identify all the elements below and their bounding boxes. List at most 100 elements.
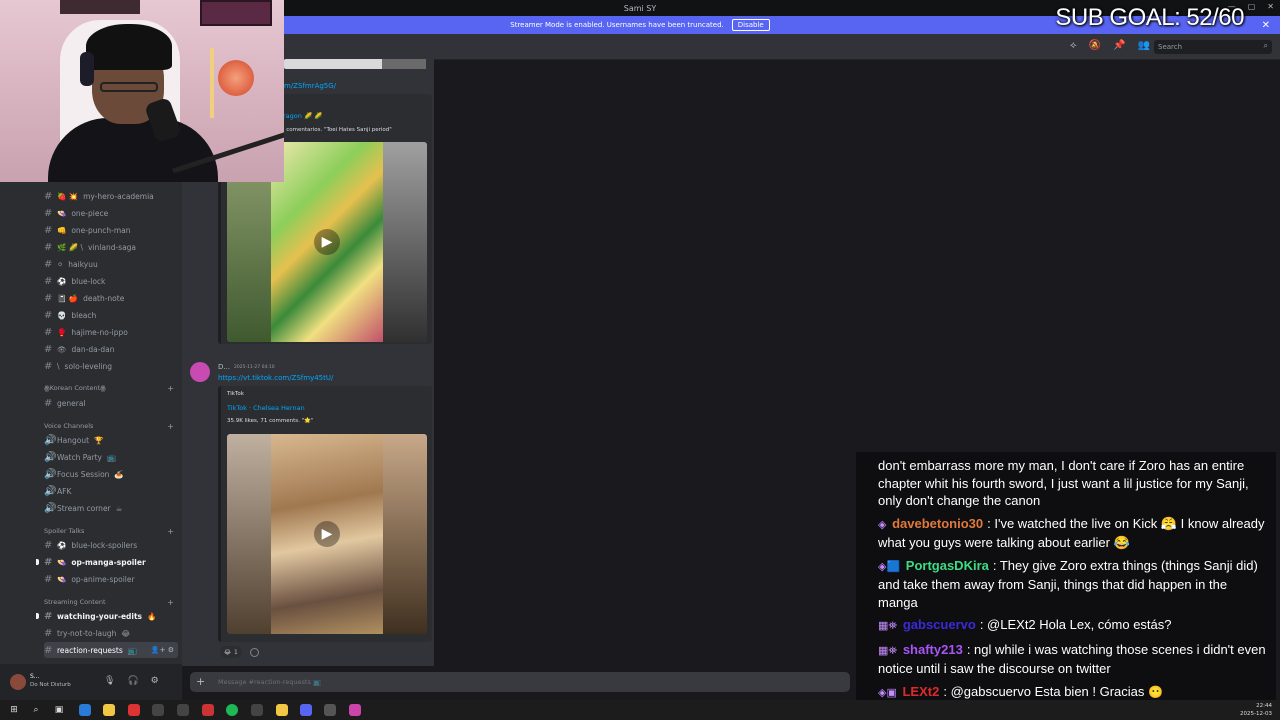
message-link-2[interactable]: https://vt.tiktok.com/ZSfmy45tU/	[218, 374, 333, 382]
voice-channel-stream-corner[interactable]: 🔊 Stream corner ☕	[44, 500, 178, 516]
voice-channel-watch-party[interactable]: 🔊 Watch Party 📺	[44, 449, 178, 465]
message-timestamp: 2025-11-27 04:10	[234, 365, 275, 370]
channel-one-punch-man[interactable]: # 👊 one-punch-man	[44, 222, 178, 238]
category-korean-content[interactable]: ꙮKorean Contentꙮ +	[44, 384, 178, 393]
chat-text: don't embarrass more my man, I don't car…	[878, 458, 1249, 508]
channel-emoji: 👒	[57, 574, 67, 584]
category-label: ꙮKorean Contentꙮ	[44, 384, 106, 392]
chat-message: ▦⛯ gabscuervo: @LEXt2 Hola Lex, cómo est…	[878, 616, 1266, 636]
channel-bleach[interactable]: # 💀 bleach	[44, 307, 178, 323]
channel-emoji: ☕	[115, 503, 123, 513]
embed-author-1[interactable]: ragon 🌽 🌽	[283, 112, 322, 120]
message-author[interactable]: D...	[218, 363, 230, 371]
channel-emoji: 🔥	[147, 611, 157, 621]
voice-channel-hangout[interactable]: 🔊 Hangout 🏆	[44, 432, 178, 448]
add-channel-icon[interactable]: +	[167, 422, 174, 431]
hash-icon: #	[44, 343, 53, 355]
chat-badge: ◈	[878, 518, 887, 531]
category-voice-channels[interactable]: Voice Channels +	[44, 422, 178, 431]
embed-author-2[interactable]: TikTok · Chelsea Hernan	[227, 404, 305, 412]
obs-icon[interactable]	[128, 704, 140, 716]
members-icon[interactable]: 👥	[1138, 40, 1150, 51]
close-window-button[interactable]: ✕	[1267, 2, 1274, 11]
chrome-icon[interactable]	[202, 704, 214, 716]
channel-op-manga-spoiler[interactable]: # 👒 op-manga-spoiler	[44, 554, 178, 570]
app-icon[interactable]	[152, 704, 164, 716]
channel-hajime-no-ippo[interactable]: # 🥊 hajime-no-ippo	[44, 324, 178, 340]
video-thumbnail-2[interactable]: ▶	[227, 434, 427, 634]
category-streaming-content[interactable]: Streaming Content +	[44, 598, 178, 607]
add-channel-icon[interactable]: +	[167, 527, 174, 536]
voice-channel-afk[interactable]: 🔊 AFK	[44, 483, 178, 499]
gear-icon[interactable]: ⚙	[151, 676, 159, 686]
channel-blue-lock-spoilers[interactable]: # ⚽ blue-lock-spoilers	[44, 537, 178, 553]
speaker-icon: 🔊	[44, 434, 57, 446]
microphone-icon[interactable]: 🎙	[104, 676, 115, 686]
hash-icon: #	[44, 207, 53, 219]
channel-death-note[interactable]: # 📓 🍎 death-note	[44, 290, 178, 306]
image-scrubber	[284, 59, 426, 69]
channel-dan-da-dan[interactable]: # 👁 dan-da-dan	[44, 341, 178, 357]
channel-solo-leveling[interactable]: # \ solo-leveling	[44, 358, 178, 374]
channel-label: op-manga-spoiler	[71, 557, 146, 567]
banner-close-icon[interactable]: ✕	[1262, 20, 1270, 31]
system-clock[interactable]: 22:44 2025-12-03	[1240, 702, 1272, 718]
channel-one-piece[interactable]: # 👒 one-piece	[44, 205, 178, 221]
file-explorer-icon[interactable]	[103, 704, 115, 716]
app-icon[interactable]	[177, 704, 189, 716]
mute-icon[interactable]: 🔕	[1089, 40, 1101, 51]
user-name: S...	[30, 673, 40, 680]
add-channel-icon[interactable]: +	[167, 598, 174, 607]
edge-browser-icon[interactable]	[79, 704, 91, 716]
attach-icon[interactable]: +	[196, 675, 205, 688]
headphones-icon[interactable]: 🎧	[127, 676, 138, 686]
avatar[interactable]	[10, 674, 26, 690]
app-icon[interactable]	[324, 704, 336, 716]
voice-channel-focus-session[interactable]: 🔊 Focus Session 🍝	[44, 466, 178, 482]
maximize-button[interactable]: ▢	[1248, 2, 1256, 11]
category-spoiler-talks[interactable]: Spoiler Talks +	[44, 527, 178, 536]
channel-my-hero-academia[interactable]: # 🍓 💥 my-hero-academia	[44, 188, 178, 204]
play-icon[interactable]: ▶	[314, 521, 340, 547]
channel-emoji: 👒	[57, 557, 67, 567]
channel-emoji: 💀	[57, 310, 67, 320]
stream-chat-overlay: don't embarrass more my man, I don't car…	[856, 452, 1276, 700]
channel-blue-lock[interactable]: # ⚽ blue-lock	[44, 273, 178, 289]
channel-haikyuu[interactable]: # ⚪ haikyuu	[44, 256, 178, 272]
channel-reaction-requests[interactable]: # reaction-requests 📺 👤+ ⚙	[44, 642, 178, 658]
add-channel-icon[interactable]: +	[167, 384, 174, 393]
app-icon[interactable]	[349, 704, 361, 716]
pin-icon[interactable]: 📌	[1113, 40, 1125, 51]
channel-try-not-to-laugh[interactable]: # try-not-to-laugh 😂	[44, 625, 178, 641]
clock-time: 22:44	[1256, 703, 1272, 709]
channel-label: my-hero-academia	[83, 191, 154, 201]
threads-icon[interactable]: ⟡	[1070, 40, 1077, 51]
reaction-pill[interactable]: 😂 1	[220, 646, 242, 658]
channel-vinland-saga[interactable]: # 🌿 🌽 \ vinland-saga	[44, 239, 178, 255]
chat-message: ◈ davebetonio30: I've watched the live o…	[878, 515, 1265, 551]
disable-streamer-mode-button[interactable]: Disable	[731, 19, 770, 31]
chat-text: @LEXt2 Hola Lex, cómo estás?	[987, 617, 1172, 632]
search-input[interactable]: Search ⌕	[1154, 40, 1272, 54]
app-icon[interactable]	[251, 704, 263, 716]
play-icon[interactable]: ▶	[314, 229, 340, 255]
app-icon[interactable]	[276, 704, 288, 716]
spotify-icon[interactable]	[226, 704, 238, 716]
hash-icon: #	[44, 224, 53, 236]
windows-start-icon[interactable]: ⊞	[8, 704, 20, 716]
channel-settings-icon[interactable]: 👤+ ⚙	[151, 646, 174, 654]
avatar[interactable]	[190, 362, 210, 382]
hash-icon: #	[44, 275, 53, 287]
channel-label: blue-lock	[71, 276, 106, 286]
message-input[interactable]: + Message #reaction-requests 📺	[190, 672, 850, 692]
task-view-icon[interactable]: ▣	[53, 704, 65, 716]
discord-icon[interactable]	[300, 704, 312, 716]
channel-watching-your-edits[interactable]: # watching-your-edits 🔥	[44, 608, 178, 624]
hash-icon: #	[44, 258, 53, 270]
search-icon[interactable]: ⌕	[30, 704, 42, 716]
message-link-1[interactable]: m/ZSfmrAg5G/	[284, 82, 336, 90]
add-reaction-icon[interactable]	[250, 648, 259, 657]
channel-emoji: 📺	[127, 645, 138, 655]
channel-general[interactable]: # general	[44, 395, 178, 411]
channel-op-anime-spoiler[interactable]: # 👒 op-anime-spoiler	[44, 571, 178, 587]
